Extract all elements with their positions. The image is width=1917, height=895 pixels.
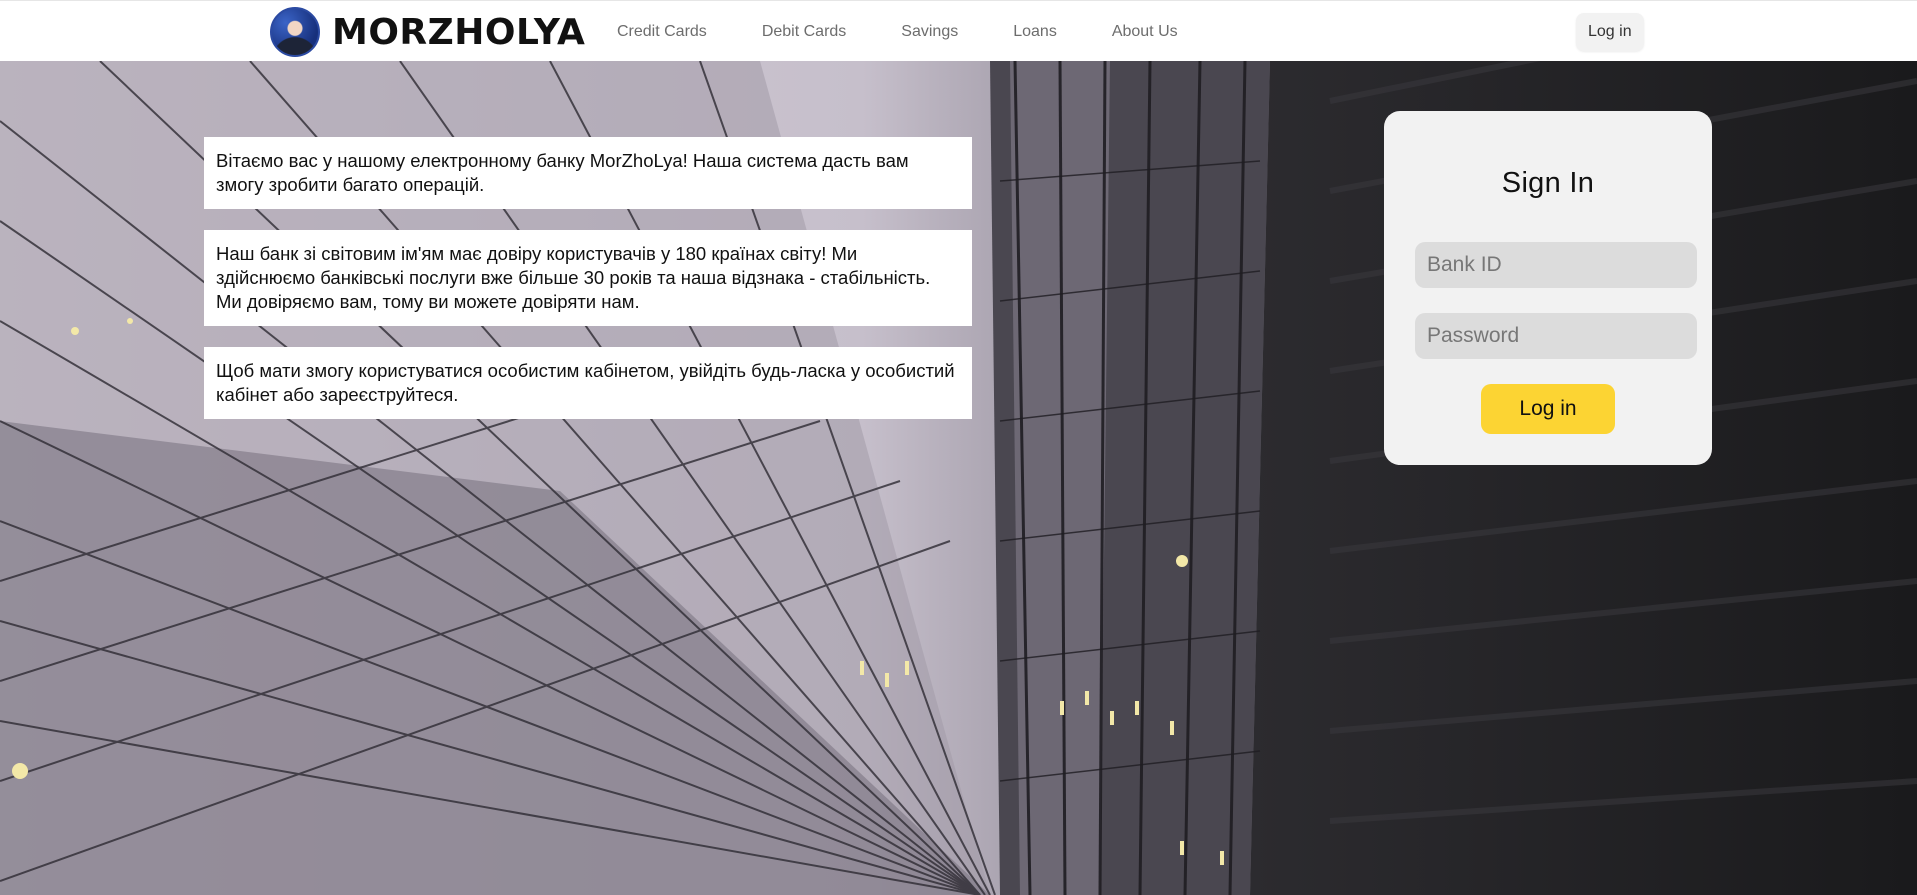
brand-home-link[interactable]: MORZHOLYA — [270, 7, 585, 57]
main-nav: Credit Cards Debit Cards Savings Loans A… — [617, 1, 1233, 62]
password-input[interactable] — [1415, 313, 1697, 359]
nav-about-us[interactable]: About Us — [1112, 23, 1178, 41]
header-login-button[interactable]: Log in — [1576, 13, 1644, 51]
welcome-text-card: Вітаємо вас у нашому електронному банку … — [204, 137, 972, 209]
nav-credit-cards[interactable]: Credit Cards — [617, 23, 707, 41]
sign-in-submit-button[interactable]: Log in — [1481, 384, 1615, 434]
sign-in-panel: Sign In Log in — [1384, 111, 1712, 465]
top-navbar: MORZHOLYA Credit Cards Debit Cards Savin… — [0, 0, 1917, 61]
nav-loans[interactable]: Loans — [1013, 23, 1057, 41]
sign-in-title: Sign In — [1501, 167, 1595, 199]
brand-name: MORZHOLYA — [332, 11, 586, 53]
trust-text-card: Наш банк зі світовим ім'ям має довіру ко… — [204, 230, 972, 326]
nav-savings[interactable]: Savings — [901, 23, 958, 41]
brand-avatar — [270, 7, 320, 57]
nav-debit-cards[interactable]: Debit Cards — [762, 23, 846, 41]
bank-id-input[interactable] — [1415, 242, 1697, 288]
login-hint-text-card: Щоб мати змогу користуватися особистим к… — [204, 347, 972, 419]
